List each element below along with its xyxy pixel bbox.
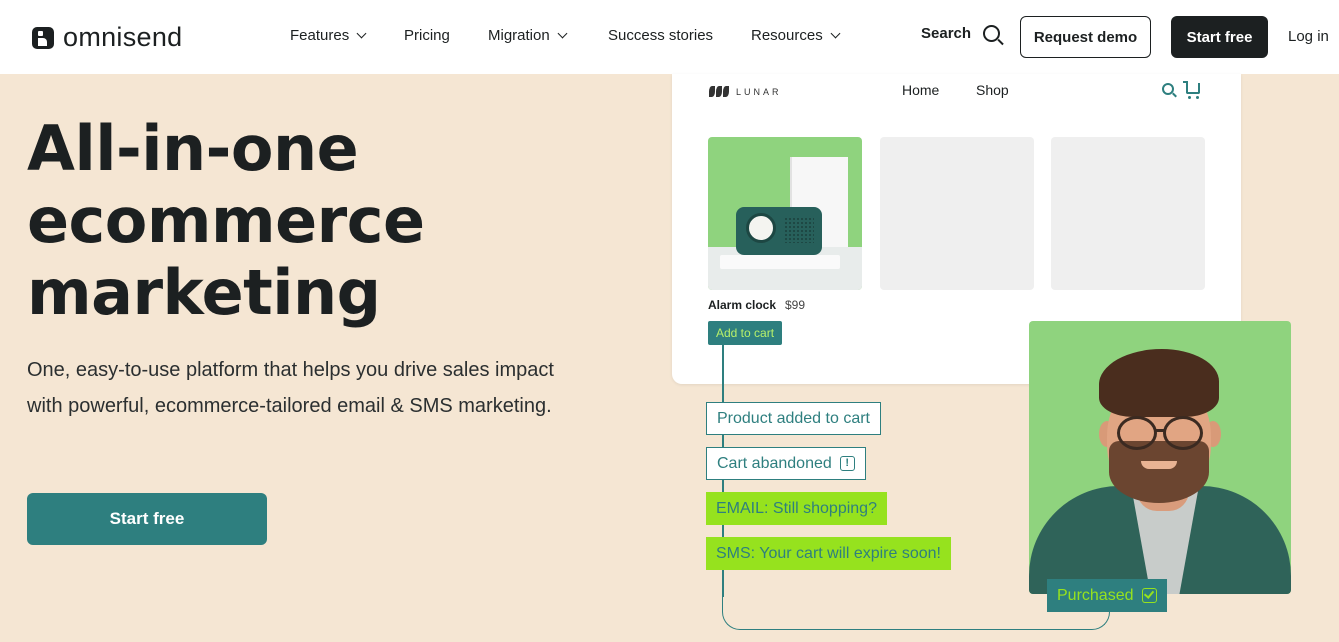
flow-step-label: Purchased [1057, 586, 1134, 604]
flow-step-product-added: Product added to cart [706, 402, 881, 435]
nav-success-stories-label: Success stories [608, 27, 714, 44]
add-to-cart-button: Add to cart [708, 321, 783, 345]
chevron-down-icon [830, 28, 841, 39]
start-free-header-button[interactable]: Start free [1171, 16, 1268, 58]
product-price: $99 [785, 298, 806, 312]
nav-resources-label: Resources [751, 27, 823, 44]
cart-icon [1183, 81, 1200, 99]
flow-step-label: EMAIL: Still shopping? [716, 499, 877, 517]
start-free-hero-button[interactable]: Start free [27, 493, 267, 545]
site-header: omnisend Features Pricing Migration Succ… [0, 0, 1339, 74]
search-label: Search [921, 25, 972, 42]
checkmark-icon [1141, 588, 1157, 603]
flow-step-email: EMAIL: Still shopping? [706, 492, 887, 525]
nav-success-stories[interactable]: Success stories [608, 27, 713, 44]
nav-migration-label: Migration [488, 27, 550, 44]
chevron-down-icon [557, 28, 568, 39]
search-button[interactable]: Search [921, 25, 1001, 42]
flow-step-label: Cart abandoned [717, 454, 832, 472]
customer-photo [1029, 321, 1291, 594]
nav-resources[interactable]: Resources [751, 27, 841, 44]
product-image-alarm-clock [708, 137, 862, 290]
hero-title-line: ecommerce [27, 184, 425, 257]
flow-step-label: Product added to cart [717, 409, 870, 427]
nav-features-label: Features [290, 27, 350, 44]
shop-nav-home: Home [902, 82, 940, 98]
nav-pricing-label: Pricing [404, 27, 450, 44]
product-name: Alarm clock [708, 298, 777, 312]
lunar-brand-text: LUNAR [736, 86, 782, 97]
search-icon [983, 25, 1001, 42]
flow-step-sms: SMS: Your cart will expire soon! [706, 537, 951, 570]
nav-features[interactable]: Features [290, 27, 367, 44]
flow-step-label: SMS: Your cart will expire soon! [716, 544, 941, 562]
omnisend-logo-icon [32, 26, 54, 49]
logo-text: omnisend [63, 22, 183, 52]
hero-title: All-in-one ecommerce marketing [27, 113, 587, 329]
lunar-logo-icon [709, 86, 729, 97]
omnisend-logo[interactable]: omnisend [32, 22, 182, 53]
flow-step-purchased: Purchased [1047, 579, 1167, 612]
chevron-down-icon [356, 28, 367, 39]
nav-pricing[interactable]: Pricing [404, 27, 450, 44]
hero-subtitle: One, easy-to-use platform that helps you… [27, 359, 554, 417]
lunar-logo: LUNAR [709, 86, 782, 97]
alert-icon: ! [839, 456, 855, 471]
search-icon [1162, 83, 1174, 95]
login-link[interactable]: Log in [1288, 28, 1329, 45]
shop-nav-shop: Shop [976, 82, 1009, 98]
nav-migration[interactable]: Migration [488, 27, 568, 44]
request-demo-button[interactable]: Request demo [1020, 16, 1151, 58]
flow-step-cart-abandoned: Cart abandoned ! [706, 447, 866, 480]
product-placeholder [880, 137, 1034, 290]
hero-title-line: marketing [27, 256, 381, 329]
hero-title-line: All-in-one [27, 112, 359, 185]
product-placeholder [1051, 137, 1205, 290]
